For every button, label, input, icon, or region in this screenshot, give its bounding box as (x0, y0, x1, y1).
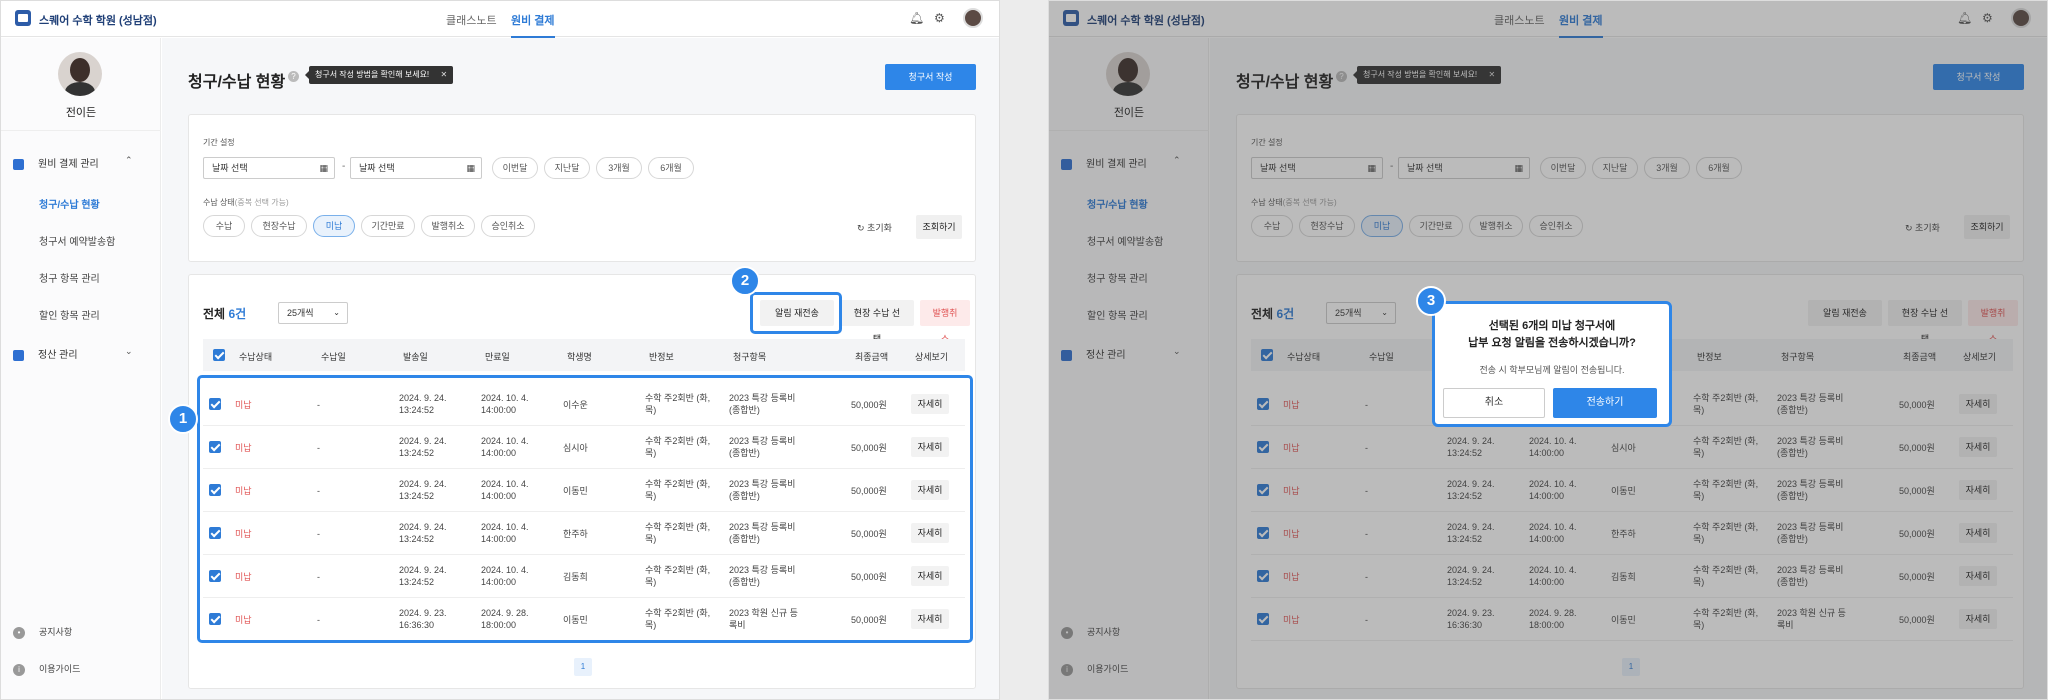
status-issue-cancelled[interactable]: 발행취소 (421, 215, 475, 237)
sidebar-group-label: 원비 결제 관리 (38, 159, 99, 170)
dialog-title-line2: 납부 요청 알림을 전송하시겠습니까? (1468, 337, 1636, 349)
col-student: 학생명 (567, 352, 592, 362)
table-header: 수납상태 수납일 발송일 만료일 학생명 반정보 청구항목 최종금액 상세보기 (203, 339, 965, 371)
total-number: 6건 (228, 307, 247, 321)
nav-tuition-payment[interactable]: 원비 결제 (511, 12, 555, 38)
select-all-checkbox[interactable] (213, 349, 225, 361)
col-bill-item: 청구항목 (733, 352, 767, 362)
status-label-text: 수납 상태 (203, 198, 235, 207)
academy-logo (15, 10, 31, 26)
filter-panel: 기간 설정 날짜 선택 ▦ - 날짜 선택 ▦ 이번달 지난달 3개월 6개월 수납… (188, 114, 976, 262)
sidebar-divider (1, 130, 161, 131)
page-title: 청구/수납 현황 (188, 74, 286, 91)
step-badge-3: 3 (1416, 286, 1446, 316)
help-icon[interactable]: ? (288, 71, 299, 82)
col-class: 반정보 (649, 352, 674, 362)
sidebar-group-tuition[interactable]: 원비 결제 관리 ⌃ (13, 155, 133, 170)
sidebar-group-settlement[interactable]: 정산 관리 ⌄ (13, 346, 133, 361)
period-6-months[interactable]: 6개월 (648, 157, 694, 179)
highlight-resend-button (750, 292, 842, 334)
user-name: 전이든 (65, 107, 97, 119)
col-amount: 최종금액 (855, 352, 889, 362)
start-date-input[interactable]: 날짜 선택 ▦ (203, 157, 335, 179)
page-size-select[interactable]: 25개씩 ⌄ (278, 302, 348, 324)
nav-classnote[interactable]: 클래스노트 (446, 12, 497, 28)
period-3-months[interactable]: 3개월 (596, 157, 642, 179)
col-paid-date: 수납일 (321, 352, 346, 362)
reset-button[interactable]: ↻ 초기화 (857, 221, 892, 234)
status-label: 수납 상태(중복 선택 가능) (203, 197, 289, 208)
card-icon (13, 158, 24, 170)
gear-icon[interactable]: ⚙ (934, 11, 945, 25)
date-separator: - (342, 161, 346, 172)
status-hint: (중복 선택 가능) (234, 198, 289, 207)
user-avatar (58, 52, 102, 96)
academy-name[interactable]: 스퀘어 수학 학원 (성남점) (39, 12, 157, 28)
close-icon[interactable]: ✕ (440, 66, 447, 84)
onsite-payment-button[interactable]: 현장 수납 선택 (840, 300, 914, 344)
pagination-page-1[interactable]: 1 (574, 658, 592, 676)
status-approval-cancelled[interactable]: 승인취소 (481, 215, 535, 237)
sidebar-item-discounts[interactable]: 할인 항목 관리 (39, 307, 100, 322)
dialog-title-line1: 선택된 6개의 미납 청구서에 (1488, 320, 1616, 332)
status-paid[interactable]: 수납 (203, 215, 245, 237)
dialog-subtitle: 전송 시 학부모님께 알림이 전송됩니다. (1479, 365, 1625, 375)
chat-icon: • (13, 626, 25, 639)
chevron-down-icon: ⌄ (333, 308, 340, 317)
date-placeholder: 날짜 선택 (212, 163, 248, 173)
sidebar-item-billing-status[interactable]: 청구/수납 현황 (39, 196, 100, 211)
step-badge-1: 1 (168, 404, 198, 434)
calendar-icon: ▦ (319, 163, 328, 173)
chevron-down-icon: ⌄ (125, 346, 133, 356)
cancel-issue-button[interactable]: 발행취소 (920, 300, 970, 344)
confirm-dialog: 선택된 6개의 미납 청구서에납부 요청 알림을 전송하시겠습니까? 전송 시 학… (1432, 301, 1672, 427)
page-size-value: 25개씩 (287, 308, 314, 318)
col-sent-date: 발송일 (403, 352, 428, 362)
highlight-rows (197, 375, 973, 643)
screen-step-3: 스퀘어 수학 학원 (성남점) 클래스노트 원비 결제 🔔︎ ⚙ 전이든 원비 … (1048, 0, 2048, 700)
tooltip-text: 청구서 작성 방법을 확인해 보세요! (315, 70, 430, 79)
screen-step-1-2: 스퀘어 수학 학원 (성남점) 클래스노트 원비 결제 🔔︎ ⚙ 전이든 원비 … (0, 0, 1000, 700)
status-onsite-paid[interactable]: 현장수납 (251, 215, 307, 237)
step-badge-2: 2 (730, 266, 760, 296)
list-panel: 전체 6건 25개씩⌄ 알림 재전송 현장 수납 선택 발행취소 수납상태 수납… (188, 274, 976, 689)
avatar[interactable] (963, 8, 983, 28)
create-bill-button[interactable]: 청구서 작성 (885, 64, 976, 90)
end-date-input[interactable]: 날짜 선택 ▦ (350, 157, 482, 179)
tooltip: 청구서 작성 방법을 확인해 보세요! ✕ (304, 66, 454, 84)
dialog-confirm-button[interactable]: 전송하기 (1553, 388, 1657, 418)
search-button[interactable]: 조회하기 (916, 215, 962, 239)
total-count: 전체 6건 (203, 305, 246, 322)
main-content: 청구/수납 현황 ? 청구서 작성 방법을 확인해 보세요! ✕ 청구서 작성 기… (162, 38, 999, 699)
bell-icon[interactable]: 🔔︎ (909, 11, 924, 25)
top-bar: 스퀘어 수학 학원 (성남점) 클래스노트 원비 결제 🔔︎ ⚙ (1, 1, 999, 38)
status-expired[interactable]: 기간만료 (361, 215, 415, 237)
col-status: 수납상태 (239, 352, 273, 362)
sidebar-group-label: 정산 관리 (38, 350, 78, 361)
period-last-month[interactable]: 지난달 (544, 157, 590, 179)
col-detail: 상세보기 (915, 352, 949, 362)
sidebar: 전이든 원비 결제 관리 ⌃ 청구/수납 현황 청구서 예약발송함 청구 항목 관… (1, 38, 161, 699)
sidebar-notice-label: 공지사항 (39, 627, 73, 637)
period-label: 기간 설정 (203, 138, 235, 147)
refresh-icon: ↻ (857, 223, 868, 233)
reset-label: 초기화 (867, 223, 892, 233)
sidebar-guide[interactable]: i 이용가이드 (13, 662, 80, 676)
sidebar-item-bill-items[interactable]: 청구 항목 관리 (39, 270, 100, 285)
period-this-month[interactable]: 이번달 (492, 157, 538, 179)
chevron-up-icon: ⌃ (125, 155, 133, 165)
sidebar-item-scheduled[interactable]: 청구서 예약발송함 (39, 233, 115, 248)
date-placeholder: 날짜 선택 (359, 163, 395, 173)
col-expiry: 만료일 (485, 352, 510, 362)
total-label: 전체 (203, 307, 226, 321)
info-icon: i (13, 663, 25, 676)
sidebar-guide-label: 이용가이드 (39, 664, 81, 674)
settlement-icon (13, 349, 24, 361)
sidebar-notice[interactable]: • 공지사항 (13, 625, 72, 639)
dialog-cancel-button[interactable]: 취소 (1443, 388, 1545, 418)
status-unpaid[interactable]: 미납 (313, 215, 355, 237)
calendar-icon: ▦ (466, 163, 475, 173)
